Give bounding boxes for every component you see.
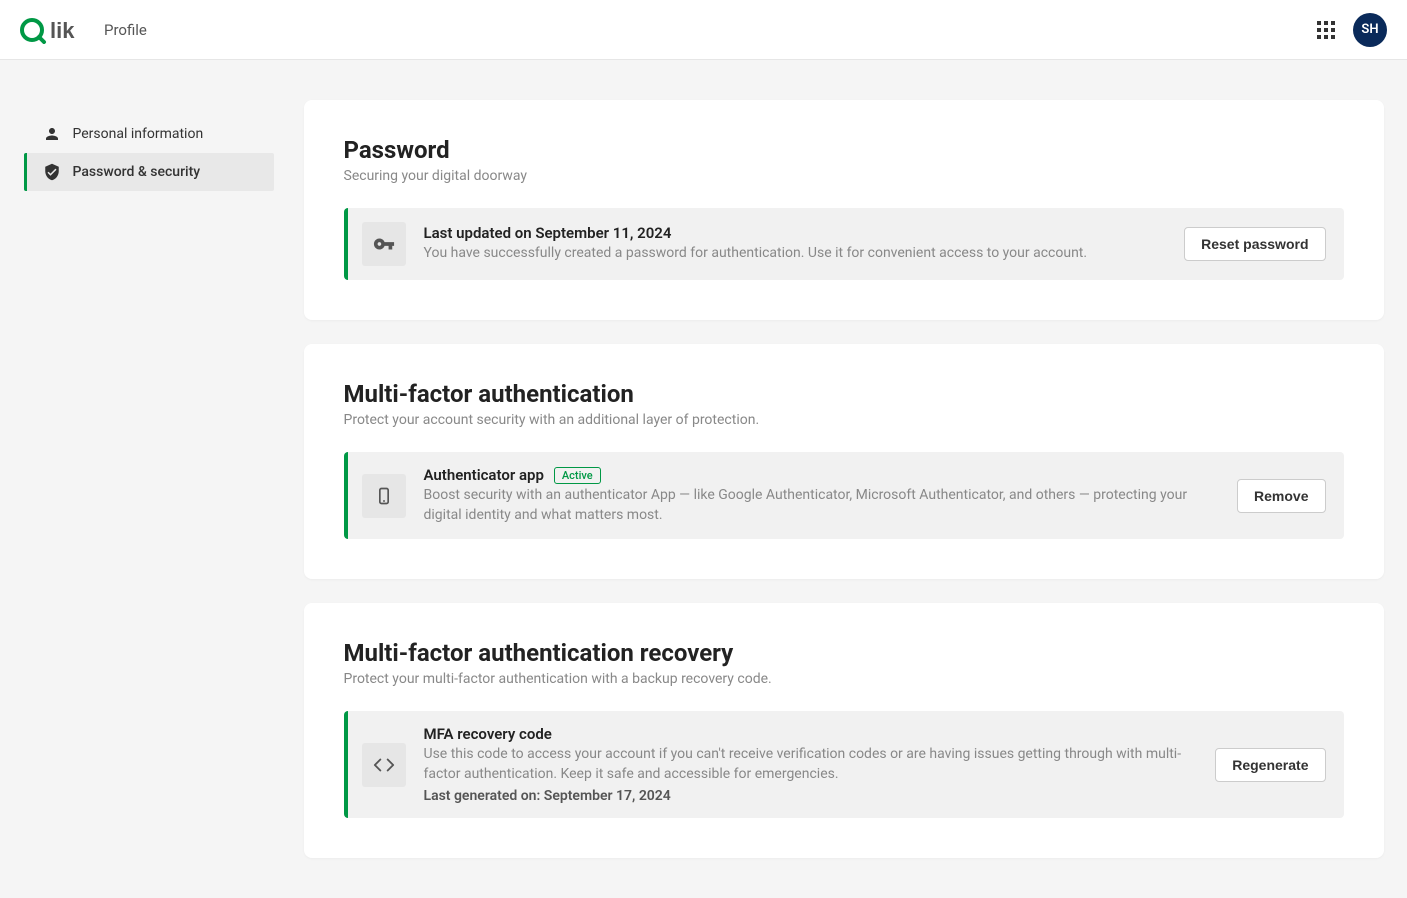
phone-icon bbox=[362, 474, 406, 518]
mfa-recovery-card: Multi-factor authentication recovery Pro… bbox=[304, 603, 1384, 858]
row-title-line: Authenticator app Active bbox=[424, 466, 1220, 484]
mfa-card: Multi-factor authentication Protect your… bbox=[304, 344, 1384, 579]
topbar-right: SH bbox=[1317, 13, 1387, 47]
shield-icon bbox=[43, 163, 61, 181]
password-card: Password Securing your digital doorway L… bbox=[304, 100, 1384, 320]
status-badge: Active bbox=[554, 467, 601, 484]
row-desc: Use this code to access your account if … bbox=[424, 745, 1198, 784]
main-content: Password Securing your digital doorway L… bbox=[304, 100, 1384, 858]
regenerate-button[interactable]: Regenerate bbox=[1215, 748, 1325, 782]
row-meta: Last generated on: September 17, 2024 bbox=[424, 788, 1198, 804]
sidebar-item-password-security[interactable]: Password & security bbox=[24, 153, 274, 191]
sidebar-item-personal-info[interactable]: Personal information bbox=[24, 115, 274, 153]
code-icon bbox=[362, 743, 406, 787]
page-title: Profile bbox=[104, 21, 147, 39]
recovery-info-row: MFA recovery code Use this code to acces… bbox=[344, 711, 1344, 818]
password-info-row: Last updated on September 11, 2024 You h… bbox=[344, 208, 1344, 280]
row-text: Authenticator app Active Boost security … bbox=[424, 466, 1220, 525]
sidebar-item-label: Password & security bbox=[73, 164, 201, 180]
row-desc: You have successfully created a password… bbox=[424, 244, 1167, 264]
qlik-logo[interactable]: lik bbox=[20, 16, 90, 44]
row-text: MFA recovery code Use this code to acces… bbox=[424, 725, 1198, 804]
row-title: Last updated on September 11, 2024 bbox=[424, 224, 1167, 242]
sidebar: Personal information Password & security bbox=[24, 100, 274, 858]
row-desc: Boost security with an authenticator App… bbox=[424, 486, 1220, 525]
mfa-info-row: Authenticator app Active Boost security … bbox=[344, 452, 1344, 539]
person-icon bbox=[43, 125, 61, 143]
reset-password-button[interactable]: Reset password bbox=[1184, 227, 1325, 261]
avatar[interactable]: SH bbox=[1353, 13, 1387, 47]
row-title: MFA recovery code bbox=[424, 725, 1198, 743]
app-launcher-icon[interactable] bbox=[1317, 21, 1335, 39]
section-title: Multi-factor authentication bbox=[344, 380, 1344, 408]
row-title: Authenticator app bbox=[424, 466, 544, 484]
key-icon bbox=[362, 222, 406, 266]
section-subtitle: Securing your digital doorway bbox=[344, 168, 1344, 184]
section-title: Password bbox=[344, 136, 1344, 164]
row-text: Last updated on September 11, 2024 You h… bbox=[424, 224, 1167, 264]
page-body: Personal information Password & security… bbox=[4, 60, 1404, 898]
svg-text:lik: lik bbox=[50, 18, 75, 43]
section-subtitle: Protect your multi-factor authentication… bbox=[344, 671, 1344, 687]
sidebar-item-label: Personal information bbox=[73, 126, 204, 142]
topbar: lik Profile SH bbox=[0, 0, 1407, 60]
topbar-left: lik Profile bbox=[20, 16, 147, 44]
section-subtitle: Protect your account security with an ad… bbox=[344, 412, 1344, 428]
remove-mfa-button[interactable]: Remove bbox=[1237, 479, 1325, 513]
section-title: Multi-factor authentication recovery bbox=[344, 639, 1344, 667]
